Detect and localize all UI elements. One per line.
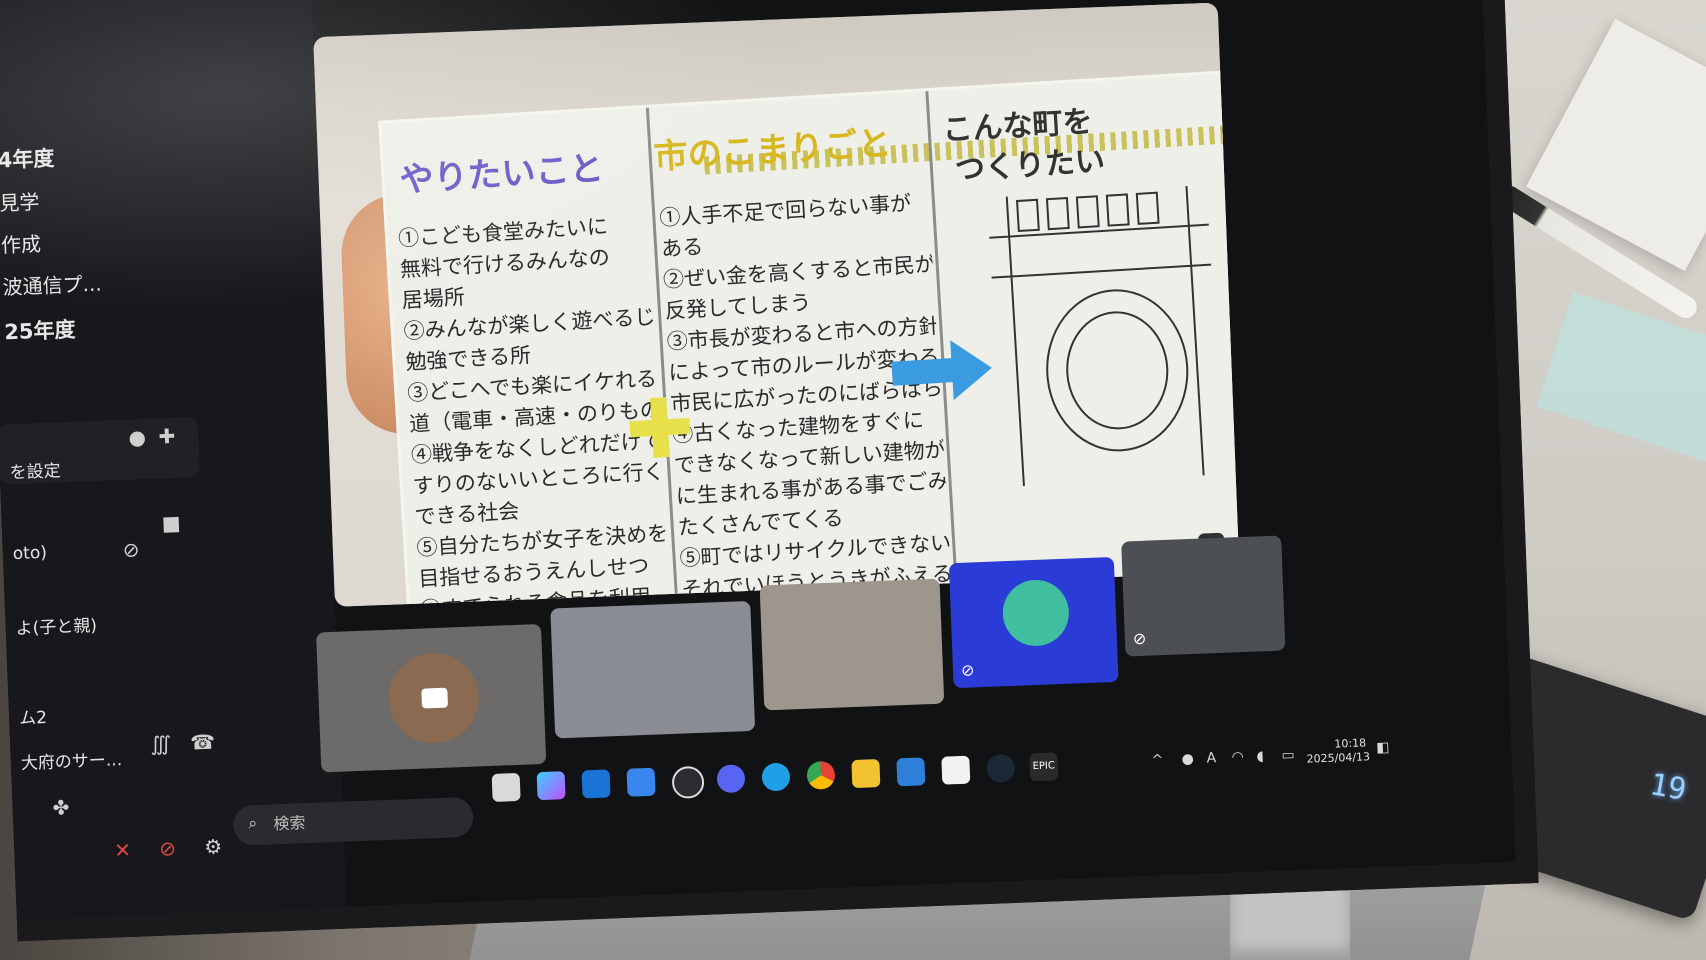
- chevron-up-icon[interactable]: ^: [1151, 752, 1163, 768]
- settings-icon[interactable]: ⚙: [204, 834, 223, 859]
- device-display: 19: [1647, 767, 1689, 808]
- notification-icon[interactable]: ◧: [1376, 739, 1390, 755]
- sidebar-item[interactable]: 見学: [0, 186, 40, 217]
- app-icon[interactable]: [671, 765, 705, 800]
- clock[interactable]: 10:18 2025/04/13: [1306, 736, 1371, 766]
- column-header: つくりたい: [954, 143, 1106, 188]
- avatar: [1001, 578, 1071, 648]
- main-video-stage[interactable]: やりたいこと 市のこまりごと こんな町を つくりたい ①こども食堂みたいに 無料で…: [313, 2, 1240, 607]
- note-line: できる社会: [414, 499, 520, 530]
- sketchbook-page: やりたいこと 市のこまりごと こんな町を つくりたい ①こども食堂みたいに 無料で…: [381, 73, 1240, 607]
- voice-status-label[interactable]: を設定: [9, 456, 61, 483]
- sidebar-item[interactable]: 4年度: [0, 142, 55, 174]
- apps-icon[interactable]: ✤: [52, 795, 70, 820]
- sidebar-item[interactable]: 作成: [0, 228, 42, 259]
- deafen-icon[interactable]: ⊘: [159, 836, 177, 861]
- member-row[interactable]: ム2: [19, 703, 48, 729]
- arrow-icon: [891, 340, 992, 401]
- volume-icon[interactable]: ◖: [1256, 748, 1264, 764]
- town-map-drawing: [989, 185, 1212, 487]
- vscode-icon[interactable]: [896, 757, 926, 787]
- epic-icon[interactable]: EPIC: [1029, 752, 1059, 782]
- participant-tile[interactable]: ⊘: [948, 556, 1119, 689]
- laptop-screen: 4年度 見学 作成 波通信プ... 25年度 を設定 ● ✚ oto) ⊘ ■ …: [0, 0, 1539, 942]
- edge-icon[interactable]: [761, 762, 791, 792]
- participant-tile[interactable]: [759, 578, 945, 711]
- sidebar-item[interactable]: 25年度: [4, 314, 76, 347]
- participant-tile[interactable]: ⊘: [1121, 535, 1286, 657]
- sidebar-item[interactable]: 波通信プ...: [2, 268, 102, 301]
- battery-icon[interactable]: ▭: [1281, 747, 1295, 763]
- note-line: 居場所: [401, 284, 466, 313]
- photo-scene: 19 4年度 見学 作成 波通信プ... 25年度 を設定 ● ✚ oto) ⊘…: [0, 0, 1706, 960]
- voice-activity-icon: ∭: [149, 731, 172, 757]
- participant-tile[interactable]: [550, 600, 756, 739]
- copilot-icon[interactable]: [536, 771, 566, 801]
- member-row[interactable]: oto): [12, 543, 47, 564]
- search-icon: ⌕: [247, 812, 258, 833]
- discord-icon[interactable]: [716, 764, 746, 794]
- ime-indicator[interactable]: A: [1206, 750, 1216, 766]
- search-input[interactable]: 検索: [232, 796, 475, 846]
- clock-date: 2025/04/13: [1306, 750, 1371, 766]
- hangup-icon[interactable]: ☎: [190, 730, 216, 755]
- notes-icon[interactable]: [941, 755, 971, 785]
- mic-icon[interactable]: ●: [1181, 751, 1194, 767]
- member-row[interactable]: よ(子と親): [15, 611, 97, 639]
- column-header: やりたいこと: [398, 148, 605, 201]
- participant-tile[interactable]: [316, 623, 547, 773]
- note-line: ある: [660, 234, 704, 262]
- column-header: 市のこまりごと: [652, 123, 893, 178]
- folder-icon[interactable]: [851, 759, 881, 789]
- camera-icon: [421, 687, 449, 709]
- widgets-icon[interactable]: [626, 767, 656, 797]
- add-user-icon[interactable]: ✚: [158, 424, 176, 449]
- note-line: ①人手不足で回らない事が: [658, 191, 912, 231]
- chrome-icon[interactable]: [806, 760, 836, 790]
- mic-off-icon: ⊘: [960, 660, 975, 680]
- steam-icon[interactable]: [986, 753, 1016, 783]
- chat-icon[interactable]: ●: [128, 425, 146, 450]
- task-view-icon[interactable]: [491, 772, 521, 802]
- member-row[interactable]: 大府のサー...: [20, 745, 123, 774]
- mic-off-icon: ⊘: [122, 537, 140, 562]
- voice-header: を設定 ● ✚: [0, 416, 201, 485]
- mic-off-icon[interactable]: ✕: [114, 838, 132, 863]
- plus-icon: [629, 397, 691, 459]
- store-icon[interactable]: [581, 769, 611, 799]
- mic-off-icon: ⊘: [1132, 628, 1147, 649]
- camera-icon: ■: [161, 510, 182, 536]
- wifi-icon[interactable]: ◠: [1231, 749, 1244, 765]
